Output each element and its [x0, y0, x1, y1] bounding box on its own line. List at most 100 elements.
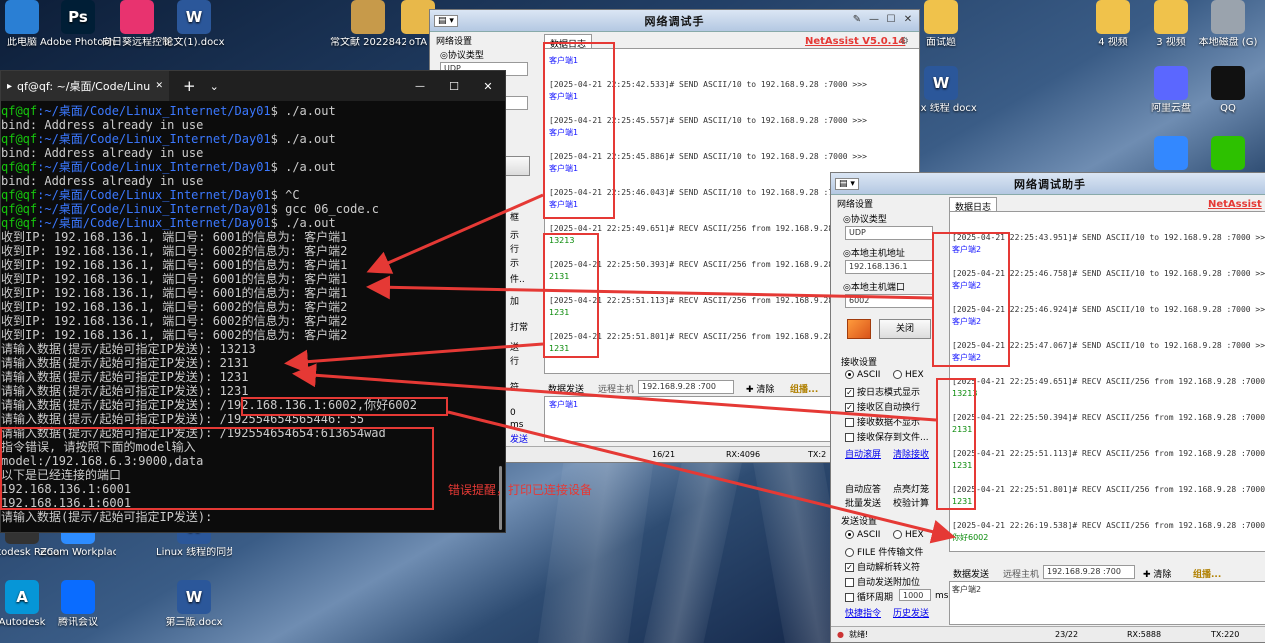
cycle-period-input[interactable]: 1000: [899, 589, 931, 601]
tab-dropdown-icon[interactable]: ⌄: [210, 80, 219, 93]
desktop-icon[interactable]: 本地磁盘 (G): [1190, 0, 1265, 49]
send-tab[interactable]: 数据发送: [953, 567, 989, 580]
line-text: 收到IP: 192.168.136.1, 端口号: 6002的信息为: 客户端2: [1, 300, 348, 314]
send-opt-cycle[interactable]: 循环周期: [845, 590, 893, 603]
desktop-icon[interactable]: QQ: [1190, 66, 1265, 115]
status-count: 16/21: [652, 450, 676, 459]
desktop-icon[interactable]: W 论文(1).docx: [156, 0, 232, 49]
recv-opt-wrap[interactable]: ✓ 接收区自动换行: [845, 400, 920, 413]
terminal-line: bind: Address already in use: [1, 146, 505, 160]
desktop-icon-label: 腾讯会议: [58, 617, 98, 628]
batch-send-button[interactable]: 批量发送: [845, 496, 881, 509]
log-payload: 1231: [952, 461, 973, 470]
truncated-label: 行: [510, 245, 520, 255]
multicast-button[interactable]: 组播...: [790, 382, 818, 395]
desktop-icon[interactable]: 腾讯会议: [40, 580, 116, 629]
protocol-label: ◎协议类型: [843, 215, 887, 225]
terminal-tab[interactable]: ▸ qf@qf: ~/桌面/Code/Linux_In ✕: [1, 71, 169, 101]
send-hex-radio[interactable]: HEX: [893, 530, 924, 540]
terminal-scrollbar[interactable]: [499, 466, 502, 530]
terminal-line: 收到IP: 192.168.136.1, 端口号: 6001的信息为: 客户端1: [1, 230, 505, 244]
recv-ascii-radio[interactable]: ASCII: [845, 370, 880, 380]
send-opt-escape[interactable]: ✓ 自动解析转义符: [845, 560, 920, 573]
remote-label: 远程主机: [1003, 570, 1040, 580]
minimize-button[interactable]: —: [867, 13, 881, 27]
multicast-button[interactable]: 组播...: [1193, 567, 1221, 580]
terminal-line: qf@qf:~/桌面/Code/Linux_Internet/Day01$ ^C: [1, 188, 505, 202]
terminal-app-icon: ▸: [7, 80, 13, 92]
terminal-line: 请输入数据(提示/起始可指定IP发送): 2131: [1, 356, 505, 370]
log-payload: [952, 400, 1265, 412]
settings-gear-icon[interactable]: ⚙: [900, 36, 909, 47]
desktop-icon-label: 本地磁盘 (G): [1198, 37, 1258, 48]
send-opt-append[interactable]: 自动发送附加位: [845, 575, 920, 588]
checksum-button[interactable]: 校验计算: [893, 496, 929, 509]
log-header: [2025-04-21 22:26:19.538]# RECV ASCII/25…: [952, 521, 1265, 530]
line-text: $ gcc 06_code.c: [270, 202, 380, 216]
connection-status-icon: [847, 319, 871, 339]
auto-scroll-link[interactable]: 自动滚屏: [845, 447, 881, 460]
terminal-line: bind: Address already in use: [1, 118, 505, 132]
desktop-icon[interactable]: W 第三版.docx: [156, 580, 232, 629]
clear-send-button[interactable]: ✚ 清除: [1143, 567, 1171, 580]
netassist-window-2[interactable]: ▤ ▾ 网络调试助手 网络设置 ◎协议类型 UDP ◎本地主机地址 192.16…: [830, 172, 1265, 643]
remote-host-select[interactable]: 192.168.9.28 :700: [1043, 565, 1135, 579]
terminal-line: 收到IP: 192.168.136.1, 端口号: 6002的信息为: 客户端2: [1, 300, 505, 314]
recv-hex-radio[interactable]: HEX: [893, 370, 924, 380]
maximize-button[interactable]: ☐: [884, 13, 898, 27]
truncated-label: 发送: [510, 435, 529, 445]
shortcut-link[interactable]: 快捷指令: [845, 606, 881, 619]
log-payload: 13213: [952, 389, 978, 398]
word-doc-icon: W: [924, 66, 958, 100]
remote-host-select[interactable]: 192.168.9.28 :700: [638, 380, 734, 394]
log-payload: [952, 472, 1265, 484]
maximize-button[interactable]: ☐: [437, 80, 471, 93]
brand-link[interactable]: NetAssist V5.0.14: [805, 36, 905, 47]
truncated-label: 加: [510, 297, 520, 307]
send-file-radio[interactable]: FILE 件传输文件: [845, 545, 923, 558]
new-tab-button[interactable]: +: [183, 77, 196, 95]
auto-answer-button[interactable]: 自动应答: [845, 482, 881, 495]
tab-close-icon[interactable]: ✕: [155, 81, 163, 91]
clear-recv-link[interactable]: 清除接收: [893, 447, 929, 460]
prompt-path: :~/桌面/Code/Linux_Internet/Day01: [37, 202, 271, 216]
net-settings-label: 网络设置: [436, 37, 473, 47]
pin-icon[interactable]: ✎: [850, 13, 864, 27]
close-button[interactable]: ✕: [471, 80, 505, 93]
terminal-line: 收到IP: 192.168.136.1, 端口号: 6002的信息为: 客户端2: [1, 314, 505, 328]
terminal-line: bind: Address already in use: [1, 174, 505, 188]
clear-send-button[interactable]: ✚ 清除: [746, 382, 774, 395]
desktop-icon-label: 论文(1).docx: [163, 37, 225, 48]
line-text: 收到IP: 192.168.136.1, 端口号: 6001的信息为: 客户端1: [1, 258, 348, 272]
truncated-label: 符: [510, 383, 520, 393]
local-addr-select[interactable]: 192.168.136.1: [845, 260, 933, 274]
recv-opt-log-mode[interactable]: ✓ 按日志模式显示: [845, 385, 920, 398]
line-text: 请输入数据(提示/起始可指定IP发送): 13213: [1, 342, 256, 356]
protocol-select[interactable]: UDP: [845, 226, 933, 240]
line-text: 收到IP: 192.168.136.1, 端口号: 6001的信息为: 客户端1: [1, 286, 348, 300]
word-doc-icon: W: [177, 0, 211, 34]
netassist-1-titlebar: ▤ ▾ 网络调试手 ✎ — ☐ ✕: [430, 10, 919, 32]
line-text: bind: Address already in use: [1, 146, 204, 160]
send-textarea[interactable]: 客户端2: [949, 581, 1265, 625]
close-button[interactable]: ✕: [901, 13, 915, 27]
recv-opt-hide[interactable]: 接收数据不显示: [845, 415, 920, 428]
desktop-icon-label: Zoom Workplace: [40, 547, 116, 558]
recv-opt-save[interactable]: 接收保存到文件...: [845, 430, 929, 443]
highlight-targeted-send: [241, 397, 448, 416]
send-tab[interactable]: 数据发送: [548, 382, 584, 395]
minimize-button[interactable]: —: [403, 81, 437, 92]
local-port-input[interactable]: 6002: [845, 294, 933, 308]
log-header: [2025-04-21 22:25:49.651]# RECV ASCII/25…: [952, 377, 1265, 386]
disk-icon: [1211, 0, 1245, 34]
folder-icon: [1096, 0, 1130, 34]
dot-light-button[interactable]: 点亮灯笼: [893, 482, 929, 495]
history-link[interactable]: 历史发送: [893, 606, 929, 619]
line-text: 收到IP: 192.168.136.1, 端口号: 6001的信息为: 客户端1: [1, 230, 348, 244]
close-socket-button[interactable]: 关闭: [879, 319, 931, 339]
truncated-label: 送: [510, 343, 520, 353]
line-text: 收到IP: 192.168.136.1, 端口号: 6001的信息为: 客户端1: [1, 272, 348, 286]
protocol-label: ◎协议类型: [440, 51, 484, 61]
send-ascii-radio[interactable]: ASCII: [845, 530, 880, 540]
truncated-label: 示: [510, 231, 520, 241]
